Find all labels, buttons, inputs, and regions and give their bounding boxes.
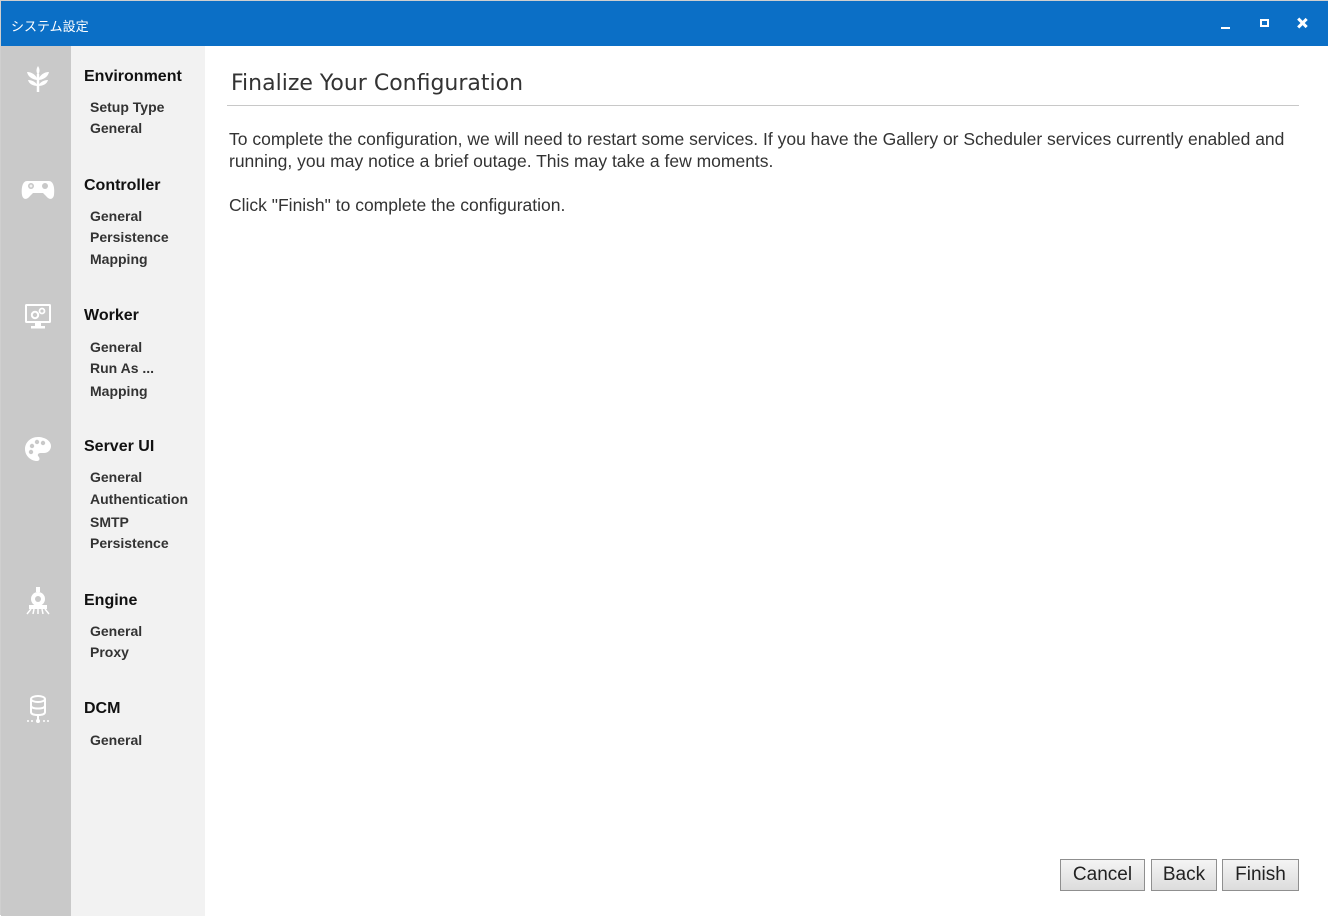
nav-item-dcm-general[interactable]: General xyxy=(90,732,142,748)
monitor-gears-icon[interactable] xyxy=(23,301,53,331)
gamepad-icon[interactable] xyxy=(21,173,55,203)
finish-button[interactable]: Finish xyxy=(1222,859,1299,891)
nav-item-engine-proxy[interactable]: Proxy xyxy=(90,644,129,660)
nav-group-dcm[interactable]: DCM xyxy=(84,700,120,718)
window-title: システム設定 xyxy=(11,20,89,35)
nav-item-setup-type[interactable]: Setup Type xyxy=(90,99,164,115)
nav-item-controller-persistence[interactable]: Persistence xyxy=(90,229,169,245)
nav-item-server-ui-persistence[interactable]: Persistence xyxy=(90,535,169,551)
nav-item-server-ui-general[interactable]: General xyxy=(90,469,142,485)
cancel-button[interactable]: Cancel xyxy=(1060,859,1145,891)
database-icon[interactable] xyxy=(23,694,53,724)
maximize-icon[interactable] xyxy=(1255,12,1275,34)
nav-group-server-ui[interactable]: Server UI xyxy=(84,438,154,456)
close-icon[interactable] xyxy=(1292,12,1312,34)
restart-notice-text: To complete the configuration, we will n… xyxy=(229,129,1285,171)
nav-group-environment[interactable]: Environment xyxy=(84,68,182,86)
page-title: Finalize Your Configuration xyxy=(231,71,524,96)
title-bar[interactable]: システム設定 xyxy=(1,1,1328,46)
nav-item-server-ui-smtp[interactable]: SMTP xyxy=(90,514,129,530)
nav-item-worker-general[interactable]: General xyxy=(90,339,142,355)
nav-item-worker-run-as[interactable]: Run As ... xyxy=(90,360,154,376)
nav-item-engine-general[interactable]: General xyxy=(90,623,142,639)
nav-item-worker-mapping[interactable]: Mapping xyxy=(90,383,148,399)
nav-group-engine[interactable]: Engine xyxy=(84,592,137,610)
nav-item-controller-general[interactable]: General xyxy=(90,208,142,224)
nav-item-server-ui-authentication[interactable]: Authentication xyxy=(90,491,188,507)
nav-item-environment-general[interactable]: General xyxy=(90,120,142,136)
main-content: Finalize Your Configuration To complete … xyxy=(205,46,1328,916)
back-button[interactable]: Back xyxy=(1151,859,1217,891)
nav-group-controller[interactable]: Controller xyxy=(84,177,160,195)
settings-window: システム設定 Environment Setup Type General Co… xyxy=(0,0,1328,916)
nav-item-controller-mapping[interactable]: Mapping xyxy=(90,251,148,267)
finish-instruction-text: Click "Finish" to complete the configura… xyxy=(229,195,566,215)
icon-rail xyxy=(1,46,71,916)
palette-icon[interactable] xyxy=(23,434,53,464)
minimize-icon[interactable] xyxy=(1216,12,1236,34)
nav-panel: Environment Setup Type General Controlle… xyxy=(71,46,205,916)
train-icon[interactable] xyxy=(23,586,53,616)
title-divider xyxy=(227,105,1299,106)
sprout-icon[interactable] xyxy=(23,64,53,94)
nav-group-worker[interactable]: Worker xyxy=(84,307,139,325)
